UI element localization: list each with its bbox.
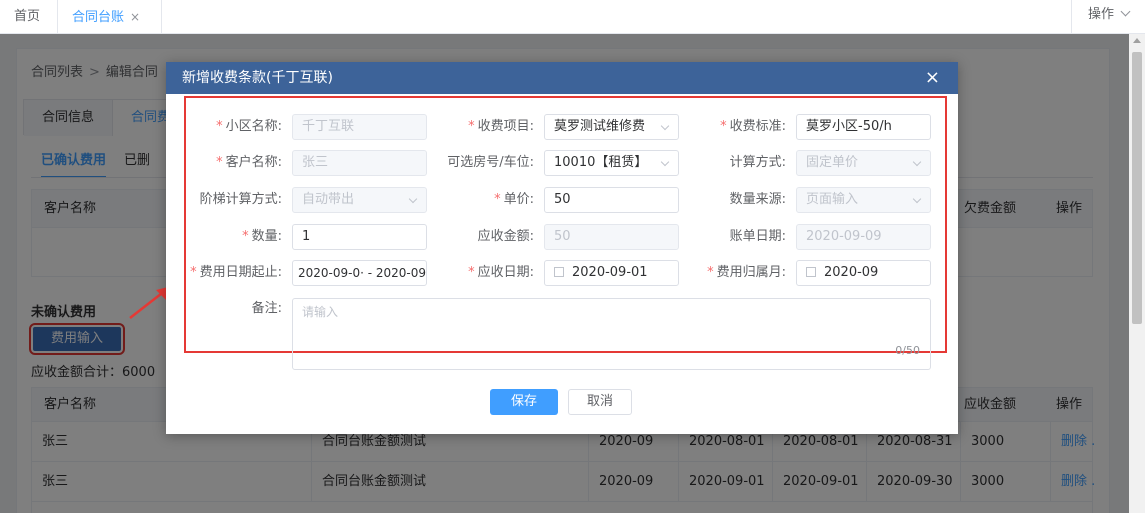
required-mark: * [216,119,223,134]
charge-item-value: 莫罗测试维修费 [554,119,646,134]
dialog-title: 新增收费条款(千丁互联) [182,70,333,86]
remark-char-counter: 0/50 [895,344,920,357]
quantity-label: * 数量: [186,224,282,250]
qty-source-select: 页面输入 [796,187,931,213]
chevron-down-icon [912,157,922,167]
required-mark: * [190,265,197,280]
vertical-scrollbar[interactable] [1129,34,1145,513]
fee-period-label-text: 费用日期起止: [199,265,282,280]
calc-method-select: 固定单价 [796,150,931,176]
charge-item-select[interactable]: 莫罗测试维修费 [544,114,679,140]
required-mark: * [216,155,223,170]
customer-field: 张三 [292,150,427,176]
charge-item-label: * 收费项目: [438,114,534,140]
unit-price-label: * 单价: [438,187,534,213]
scroll-up-arrow-icon[interactable] [1133,38,1141,43]
tab-home[interactable]: 首页 [0,0,58,34]
customer-label: * 客户名称: [186,150,282,176]
community-label: * 小区名称: [186,114,282,140]
room-select[interactable]: 10010【租赁】 [544,150,679,176]
required-mark: * [707,265,714,280]
qty-source-label: 数量来源: [729,192,786,207]
room-label: 可选房号/车位: [447,155,534,170]
due-date-picker[interactable]: 2020-09-01 [544,260,679,286]
tab-contract-ledger-label: 合同台账 [72,10,125,25]
remark-label: 备注: [251,301,282,316]
chevron-down-icon [1120,6,1131,17]
chevron-down-icon [408,194,418,204]
required-mark: * [242,229,249,244]
unit-price-label-text: 单价: [503,192,534,207]
due-date-value: 2020-09-01 [572,265,648,280]
operations-menu[interactable]: 操作 [1071,0,1145,34]
charge-standard-field[interactable]: 莫罗小区-50/h [796,114,931,140]
quantity-label-text: 数量: [251,229,282,244]
room-value: 10010【租赁】 [554,155,648,170]
tier-method-select: 自动带出 [292,187,427,213]
receivable-field: 50 [544,224,679,250]
calc-method-value: 固定单价 [806,155,859,170]
close-icon[interactable]: × [925,62,940,94]
unit-price-input[interactable]: 50 [544,187,679,213]
fee-period-label: * 费用日期起止: [186,260,282,286]
chevron-down-icon [660,157,670,167]
chevron-down-icon [912,194,922,204]
fee-month-value: 2020-09 [824,265,879,280]
quantity-input[interactable]: 1 [292,224,427,250]
customer-label-text: 客户名称: [225,155,282,170]
calc-method-label: 计算方式: [729,155,786,170]
required-mark: * [468,119,475,134]
close-icon[interactable]: × [130,10,140,24]
fee-month-picker[interactable]: 2020-09 [796,260,931,286]
tier-method-label: 阶梯计算方式: [199,192,282,207]
top-tab-bar: 首页 合同台账 × 操作 [0,0,1145,34]
dialog-header: 新增收费条款(千丁互联) × [166,62,958,94]
remark-placeholder: 请输入 [302,305,339,319]
charge-item-label-text: 收费项目: [477,119,534,134]
save-button[interactable]: 保存 [490,389,558,415]
cancel-button[interactable]: 取消 [568,389,632,415]
chevron-down-icon [660,121,670,131]
charge-standard-label: * 收费标准: [690,114,786,140]
community-label-text: 小区名称: [225,119,282,134]
required-mark: * [468,265,475,280]
receivable-label: 应收金额: [477,229,534,244]
tab-contract-ledger[interactable]: 合同台账 × [58,0,162,34]
calendar-icon [554,267,564,277]
charge-standard-label-text: 收费标准: [729,119,786,134]
required-mark: * [720,119,727,134]
fee-period-range-picker[interactable]: 2020-09-0· - 2020-09-3( [292,260,427,286]
due-date-label-text: 应收日期: [477,265,534,280]
scrollbar-thumb[interactable] [1132,52,1142,324]
qty-source-value: 页面输入 [806,192,859,207]
tier-method-value: 自动带出 [302,192,355,207]
community-field: 千丁互联 [292,114,427,140]
due-date-label: * 应收日期: [438,260,534,286]
required-mark: * [494,192,501,207]
calendar-icon [806,267,816,277]
bill-date-label: 账单日期: [729,229,786,244]
bill-date-field: 2020-09-09 [796,224,931,250]
fee-month-label-text: 费用归属月: [716,265,786,280]
operations-label: 操作 [1087,7,1114,22]
fee-month-label: * 费用归属月: [690,260,786,286]
remark-textarea[interactable]: 请输入 0/50 [292,298,931,370]
add-charge-clause-dialog: 新增收费条款(千丁互联) × * 小区名称: 千丁互联 * 收费项目: 莫罗测试维修… [166,62,958,434]
